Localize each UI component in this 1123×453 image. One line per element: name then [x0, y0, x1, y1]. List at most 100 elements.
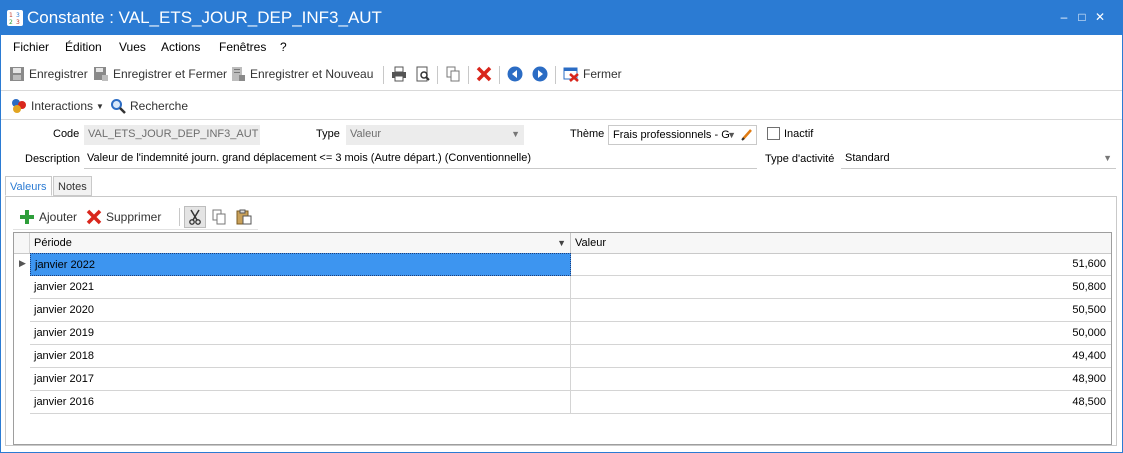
menu-edition[interactable]: Édition	[65, 40, 102, 54]
theme-value: Frais professionnels - G	[613, 129, 730, 141]
cell-valeur[interactable]: 50,000	[571, 322, 1111, 345]
cell-valeur[interactable]: 48,500	[571, 391, 1111, 414]
save-close-label: Enregistrer et Fermer	[113, 67, 228, 81]
cell-periode[interactable]: janvier 2022	[30, 253, 571, 276]
menu-fenetres[interactable]: Fenêtres	[219, 40, 266, 54]
toolbar-separator	[437, 66, 438, 84]
secondary-toolbar: Interactions ▼ Recherche	[1, 94, 401, 118]
cell-periode[interactable]: janvier 2019	[30, 322, 571, 345]
values-grid: Période ▼ Valeur ▶ janvier 2022 51,600 janv…	[13, 232, 1112, 445]
type-select: Valeur ▼	[346, 125, 524, 145]
tab-notes[interactable]: Notes	[53, 176, 92, 196]
close-button[interactable]: Fermer	[563, 65, 622, 83]
delete-record-button[interactable]	[476, 65, 496, 83]
save-new-label: Enregistrer et Nouveau	[250, 67, 374, 81]
save-icon	[9, 66, 25, 82]
inactive-label: Inactif	[784, 128, 814, 140]
delete-icon	[86, 209, 102, 225]
tab-valeurs[interactable]: Valeurs	[5, 176, 52, 196]
divider	[1, 119, 1122, 120]
copy-record-button[interactable]	[445, 65, 465, 83]
save-close-icon	[93, 66, 109, 82]
arrow-left-icon	[507, 66, 523, 82]
dropdown-arrow-icon: ▼	[511, 129, 520, 139]
theme-select[interactable]: Frais professionnels - G ▼	[608, 125, 757, 145]
description-label: Description	[25, 153, 81, 165]
interactions-icon	[11, 98, 27, 114]
copy-row-button[interactable]	[211, 208, 231, 226]
previous-button[interactable]	[507, 65, 527, 83]
column-header-valeur[interactable]: Valeur	[571, 233, 1111, 253]
print-button[interactable]	[391, 65, 411, 83]
menu-actions[interactable]: Actions	[161, 40, 200, 54]
edit-pencil-icon[interactable]	[741, 127, 753, 144]
row-indicator[interactable]	[14, 368, 30, 391]
row-indicator[interactable]	[14, 345, 30, 368]
table-row[interactable]: janvier 2019 50,000	[14, 322, 1111, 345]
dropdown-arrow-icon[interactable]: ▼	[1103, 149, 1112, 167]
delete-icon	[476, 66, 492, 82]
table-row[interactable]: janvier 2020 50,500	[14, 299, 1111, 322]
menu-vues[interactable]: Vues	[119, 40, 146, 54]
filter-dropdown-icon[interactable]: ▼	[557, 233, 566, 253]
cell-valeur[interactable]: 50,800	[571, 276, 1111, 299]
chevron-down-icon: ▼	[96, 101, 104, 111]
cell-periode[interactable]: janvier 2021	[30, 276, 571, 299]
close-label: Fermer	[583, 67, 622, 81]
print-preview-button[interactable]	[415, 65, 435, 83]
paste-icon	[236, 209, 252, 225]
table-row[interactable]: janvier 2018 49,400	[14, 345, 1111, 368]
inactive-checkbox[interactable]	[767, 127, 780, 140]
save-new-button[interactable]: Enregistrer et Nouveau	[230, 65, 373, 83]
table-row[interactable]: ▶ janvier 2022 51,600	[14, 253, 1111, 276]
minimize-button[interactable]: ‒	[1056, 9, 1072, 25]
search-button[interactable]: Recherche	[110, 97, 188, 115]
cell-periode[interactable]: janvier 2020	[30, 299, 571, 322]
description-field[interactable]: Valeur de l'indemnité journ. grand dépla…	[84, 149, 757, 169]
toolbar-separator	[499, 66, 500, 84]
column-header-periode[interactable]: Période ▼	[30, 233, 571, 253]
code-field: VAL_ETS_JOUR_DEP_INF3_AUT	[84, 125, 260, 145]
row-indicator[interactable]	[14, 391, 30, 414]
row-indicator[interactable]: ▶	[14, 253, 30, 276]
code-label: Code	[53, 128, 80, 140]
cell-valeur[interactable]: 48,900	[571, 368, 1111, 391]
cut-button[interactable]	[184, 206, 206, 228]
cell-valeur[interactable]: 49,400	[571, 345, 1111, 368]
type-value: Valeur	[350, 128, 381, 140]
row-indicator[interactable]	[14, 322, 30, 345]
cell-periode[interactable]: janvier 2016	[30, 391, 571, 414]
copy-icon	[211, 209, 227, 225]
row-indicator[interactable]	[14, 276, 30, 299]
table-row[interactable]: janvier 2021 50,800	[14, 276, 1111, 299]
printer-icon	[391, 66, 407, 82]
periode-header-label: Période	[34, 237, 72, 249]
cell-periode[interactable]: janvier 2018	[30, 345, 571, 368]
add-button[interactable]: Ajouter	[19, 208, 77, 226]
table-row[interactable]: janvier 2016 48,500	[14, 391, 1111, 414]
cell-periode[interactable]: janvier 2017	[30, 368, 571, 391]
interactions-button[interactable]: Interactions ▼	[11, 97, 104, 115]
toolbar-separator	[555, 66, 556, 84]
window: 1323 Constante : VAL_ETS_JOUR_DEP_INF3_A…	[0, 0, 1123, 453]
cell-valeur[interactable]: 50,500	[571, 299, 1111, 322]
paste-button[interactable]	[236, 208, 256, 226]
delete-button[interactable]: Supprimer	[86, 208, 161, 226]
maximize-button[interactable]: □	[1074, 9, 1090, 25]
activity-type-select[interactable]: Standard ▼	[841, 149, 1116, 169]
table-row[interactable]: janvier 2017 48,900	[14, 368, 1111, 391]
menu-help[interactable]: ?	[280, 40, 287, 54]
svg-text:3: 3	[16, 19, 20, 26]
dropdown-arrow-icon[interactable]: ▼	[727, 126, 736, 144]
save-new-icon	[230, 66, 246, 82]
close-window-button[interactable]: ✕	[1092, 9, 1108, 25]
cell-valeur[interactable]: 51,600	[571, 253, 1111, 276]
save-close-button[interactable]: Enregistrer et Fermer	[93, 65, 227, 83]
save-button[interactable]: Enregistrer	[9, 65, 88, 83]
next-button[interactable]	[532, 65, 552, 83]
menu-fichier[interactable]: Fichier	[13, 40, 49, 54]
row-indicator[interactable]	[14, 299, 30, 322]
plus-icon	[19, 209, 35, 225]
type-label: Type	[316, 128, 340, 140]
print-preview-icon	[415, 66, 431, 82]
